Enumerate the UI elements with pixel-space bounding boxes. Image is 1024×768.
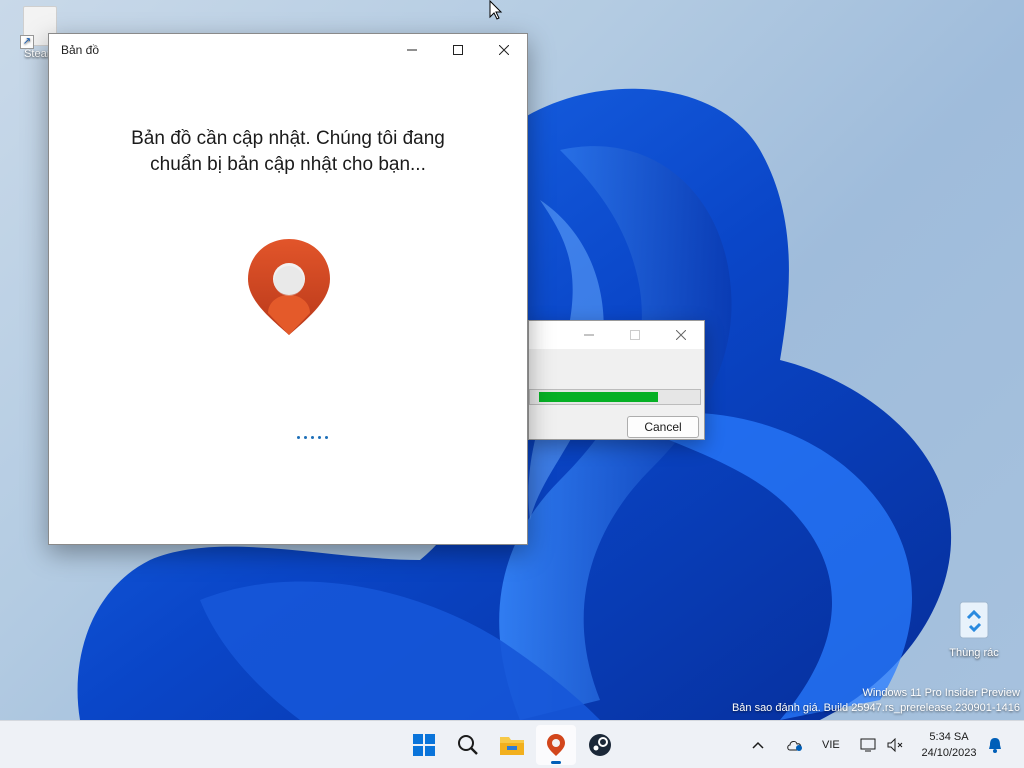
maximize-icon bbox=[453, 45, 463, 55]
maps-window: Bản đồ Bản đồ cần cập nhật. Chúng tôi đa… bbox=[48, 33, 528, 545]
volume-muted-icon bbox=[887, 738, 903, 752]
start-icon bbox=[413, 734, 435, 756]
tray-notifications[interactable] bbox=[988, 721, 1002, 768]
taskbar-file-explorer[interactable] bbox=[492, 725, 532, 765]
dialog-titlebar bbox=[529, 321, 704, 349]
loading-dots bbox=[297, 436, 328, 439]
tray-onedrive[interactable] bbox=[786, 721, 804, 768]
chevron-up-icon bbox=[752, 741, 764, 749]
tray-overflow-button[interactable] bbox=[752, 721, 764, 768]
search-icon bbox=[458, 735, 478, 755]
window-title: Bản đồ bbox=[61, 43, 100, 57]
mouse-cursor bbox=[489, 0, 503, 20]
taskbar-search-button[interactable] bbox=[448, 725, 488, 765]
active-app-indicator bbox=[551, 761, 561, 764]
cancel-button[interactable]: Cancel bbox=[627, 416, 699, 438]
close-button[interactable] bbox=[481, 34, 527, 66]
close-icon bbox=[676, 330, 686, 340]
steam-icon bbox=[589, 734, 611, 756]
maximize-button[interactable] bbox=[435, 34, 481, 66]
maps-icon bbox=[547, 734, 565, 756]
file-explorer-icon bbox=[500, 737, 524, 755]
update-message-line-2: chuẩn bị bản cập nhật cho bạn... bbox=[150, 154, 426, 175]
tray-language[interactable]: VIE bbox=[822, 721, 840, 768]
maximize-icon bbox=[630, 330, 640, 340]
tray-clock[interactable]: 5:34 SA 24/10/2023 bbox=[916, 729, 982, 761]
taskbar: VIE 5:34 SA 24/10/2023 bbox=[0, 720, 1024, 768]
taskbar-start-button[interactable] bbox=[404, 725, 444, 765]
bell-icon bbox=[989, 738, 1001, 753]
desktop-icon-label: Thùng rác bbox=[949, 647, 999, 659]
build-watermark: Windows 11 Pro Insider Preview Bản sao đ… bbox=[732, 686, 1020, 716]
update-message-line-1: Bản đồ cần cập nhật. Chúng tôi đang bbox=[131, 128, 445, 149]
progress-bar-fill bbox=[539, 392, 658, 402]
window-titlebar[interactable]: Bản đồ bbox=[49, 34, 527, 66]
recycle-bin-icon bbox=[959, 601, 989, 639]
network-icon bbox=[860, 738, 876, 752]
clock-date: 24/10/2023 bbox=[921, 747, 977, 759]
minimize-icon bbox=[584, 334, 594, 336]
dialog-close-button[interactable] bbox=[658, 321, 704, 349]
clock-time: 5:34 SA bbox=[929, 731, 969, 743]
dialog-maximize-button bbox=[612, 321, 658, 349]
watermark-line-1: Windows 11 Pro Insider Preview bbox=[862, 687, 1020, 699]
progress-dialog: Cancel bbox=[528, 320, 705, 440]
minimize-button[interactable] bbox=[389, 34, 435, 66]
progress-bar bbox=[529, 389, 701, 405]
maps-pin-logo-icon bbox=[248, 239, 330, 335]
tray-network[interactable] bbox=[860, 721, 878, 768]
dialog-minimize-button[interactable] bbox=[566, 321, 612, 349]
taskbar-maps[interactable] bbox=[536, 725, 576, 765]
cloud-info-icon bbox=[787, 741, 802, 751]
watermark-line-2: Bản sao đánh giá. Build 25947.rs_prerele… bbox=[731, 702, 1020, 714]
update-message: Bản đồ cần cập nhật. Chúng tôi đang chuẩ… bbox=[49, 126, 527, 178]
taskbar-steam[interactable] bbox=[580, 725, 620, 765]
close-icon bbox=[499, 45, 509, 55]
minimize-icon bbox=[407, 49, 417, 51]
desktop-icon-recycle-bin[interactable]: Thùng rác bbox=[944, 598, 1004, 659]
tray-volume[interactable] bbox=[886, 721, 904, 768]
